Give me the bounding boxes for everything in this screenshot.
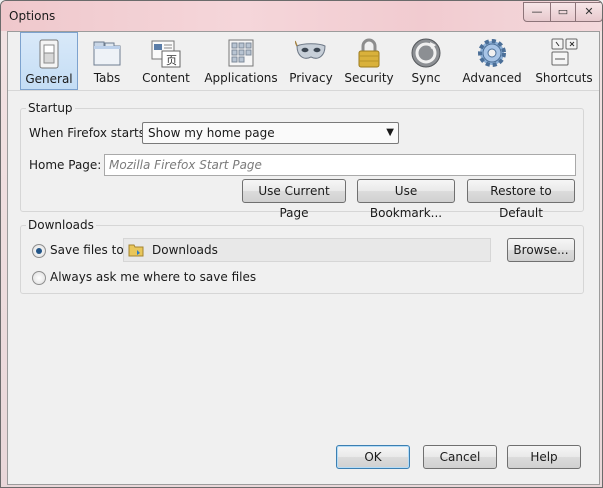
tab-label: Security (344, 71, 394, 85)
ok-button[interactable]: OK (336, 445, 410, 469)
close-button[interactable]: ✕ (575, 2, 602, 22)
category-toolbar: General Tabs 页 Content Applications Priv… (8, 32, 599, 91)
tab-shortcuts[interactable]: Shortcuts (534, 32, 594, 88)
tab-label: Content (142, 71, 190, 85)
tab-label: Applications (204, 71, 278, 85)
keyboard-icon (551, 38, 578, 66)
mask-icon (295, 40, 326, 59)
save-files-radio[interactable] (32, 244, 46, 258)
save-files-label: Save files to (50, 243, 124, 257)
download-folder-name: Downloads (152, 243, 218, 257)
options-window: Options — ▭ ✕ General Tabs 页 Content App… (0, 0, 603, 488)
restore-default-button[interactable]: Restore to Default (467, 179, 575, 220)
tab-sync[interactable]: Sync (404, 32, 448, 88)
applications-icon (228, 39, 254, 67)
browse-button[interactable]: Browse... (507, 238, 575, 262)
always-ask-label: Always ask me where to save files (50, 270, 257, 284)
chevron-down-icon: ▼ (386, 127, 394, 138)
tab-content[interactable]: 页 Content (138, 32, 194, 88)
tabs-icon (93, 41, 121, 66)
minimize-button[interactable]: — (523, 2, 551, 22)
startup-group-label: Startup (26, 101, 75, 115)
home-page-input[interactable] (104, 154, 576, 176)
use-bookmark-button[interactable]: Use Bookmark... (357, 179, 455, 220)
svg-text:页: 页 (166, 54, 177, 67)
padlock-icon (358, 38, 380, 68)
tab-label: Tabs (93, 71, 121, 85)
home-page-field[interactable] (105, 155, 575, 175)
folder-icon (128, 244, 144, 257)
content-icon: 页 (151, 40, 181, 68)
downloads-group-label: Downloads (26, 218, 96, 232)
home-page-label: Home Page: (29, 158, 102, 172)
when-starts-label: When Firefox starts: (29, 126, 150, 140)
options-content: General Tabs 页 Content Applications Priv… (7, 31, 600, 485)
tab-label: General (25, 72, 73, 86)
help-button[interactable]: Help (507, 445, 581, 469)
tab-label: Sync (411, 71, 441, 85)
when-starts-value: Show my home page (148, 126, 275, 140)
cancel-button[interactable]: Cancel (423, 445, 497, 469)
when-starts-select[interactable]: Show my home page ▼ (142, 122, 399, 144)
tab-applications[interactable]: Applications (204, 32, 278, 88)
sync-icon (411, 38, 441, 68)
always-ask-radio[interactable] (32, 271, 46, 285)
tab-tabs[interactable]: Tabs (86, 32, 128, 88)
tab-security[interactable]: Security (344, 32, 394, 88)
tab-label: Advanced (462, 71, 522, 85)
tab-label: Shortcuts (535, 71, 593, 85)
download-folder-display: Downloads (123, 238, 491, 262)
tab-privacy[interactable]: Privacy (288, 32, 334, 88)
use-current-page-button[interactable]: Use Current Page (242, 179, 346, 220)
tab-advanced[interactable]: Advanced (458, 32, 526, 88)
tab-label: Privacy (289, 71, 333, 85)
switch-icon (39, 39, 59, 69)
maximize-button[interactable]: ▭ (550, 2, 576, 22)
gear-icon (478, 39, 506, 67)
title-bar[interactable]: Options — ▭ ✕ (1, 1, 602, 31)
tab-general[interactable]: General (20, 32, 78, 90)
window-title: Options (9, 9, 56, 23)
